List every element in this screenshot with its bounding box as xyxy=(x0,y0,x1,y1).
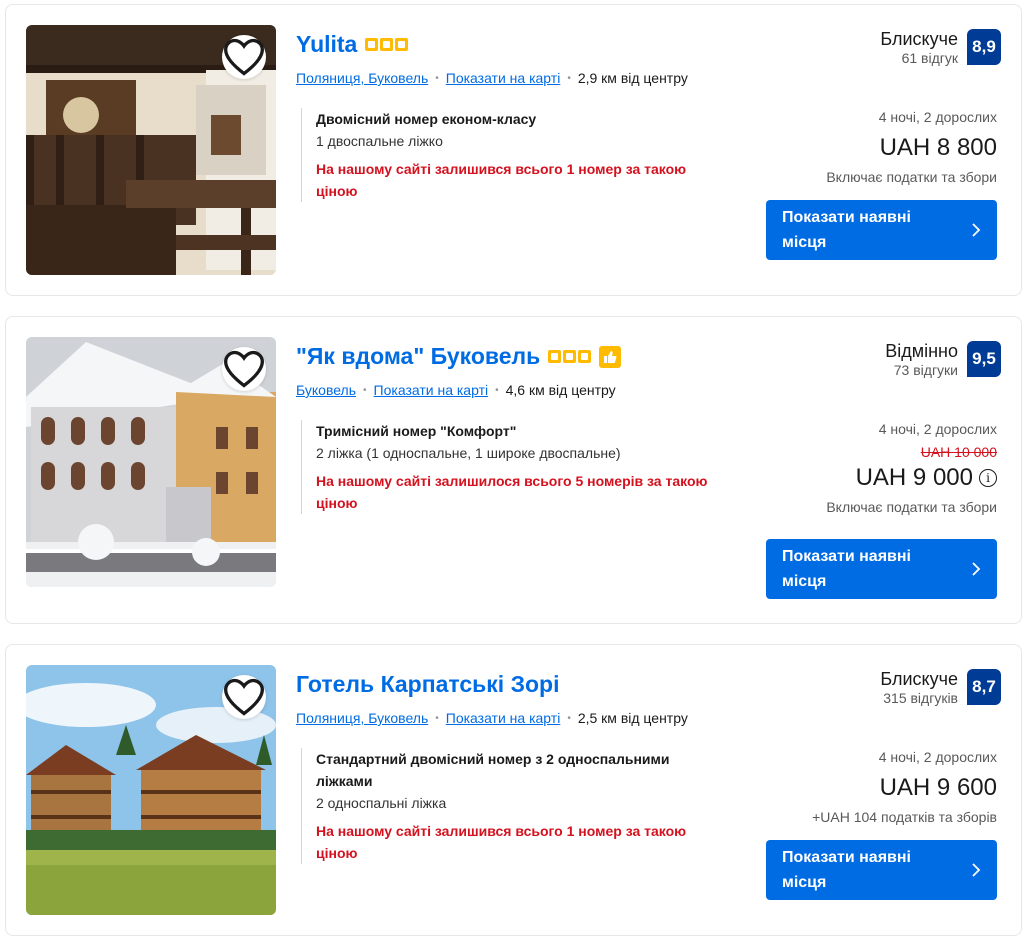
review-score-badge: 8,7 xyxy=(967,669,1001,705)
availability-warning: На нашому сайті залишилося всього 5 номе… xyxy=(316,473,708,511)
show-on-map-link[interactable]: Показати на карті xyxy=(446,70,561,86)
stay-length: 4 ночі, 2 дорослих xyxy=(878,421,997,437)
review-block[interactable]: Блискуче 315 відгуків 8,7 xyxy=(880,669,1001,707)
room-name: Стандартний двомісний номер з 2 односпал… xyxy=(316,751,670,789)
price-value: UAH 9 600 xyxy=(879,774,997,801)
separator-dot: • xyxy=(567,72,571,84)
price-block: 4 ночі, 2 дорослих UAH 9 600 +UAH 104 по… xyxy=(812,747,997,827)
show-availability-button[interactable]: Показати наявні місця xyxy=(766,840,997,900)
button-label: Показати наявні місця xyxy=(782,209,911,251)
separator-dot: • xyxy=(363,384,367,396)
property-card: Готель Карпатські Зорі Поляниця, Буковел… xyxy=(5,644,1022,936)
distance-text: 2,5 км від центру xyxy=(577,710,688,726)
location-row: Буковель • Показати на карті • 4,6 км ві… xyxy=(296,382,616,398)
price-block: 4 ночі, 2 дорослих UAH 8 800 Включає под… xyxy=(826,107,997,187)
stay-length: 4 ночі, 2 дорослих xyxy=(878,749,997,765)
price-value: UAH 8 800 xyxy=(879,134,997,161)
distance-text: 2,9 км від центру xyxy=(577,70,688,86)
review-word: Відмінно xyxy=(885,341,958,361)
show-on-map-link[interactable]: Показати на карті xyxy=(446,710,561,726)
location-link[interactable]: Буковель xyxy=(296,382,356,398)
property-photo[interactable] xyxy=(26,25,276,275)
review-word: Блискуче xyxy=(880,29,958,49)
distance-text: 4,6 км від центру xyxy=(505,382,616,398)
price: UAH 9 600 xyxy=(812,771,997,805)
chevron-right-icon xyxy=(972,562,981,576)
property-photo[interactable] xyxy=(26,337,276,587)
heart-icon xyxy=(224,350,264,388)
star-icon xyxy=(395,38,409,51)
button-label: Показати наявні місця xyxy=(782,548,911,590)
review-word: Блискуче xyxy=(880,669,958,689)
location-link[interactable]: Поляниця, Буковель xyxy=(296,70,428,86)
room-name: Тримісний номер "Комфорт" xyxy=(316,423,517,439)
separator-dot: • xyxy=(567,712,571,724)
review-block[interactable]: Відмінно 73 відгуки 9,5 xyxy=(885,341,1001,379)
show-availability-button[interactable]: Показати наявні місця xyxy=(766,539,997,599)
review-count: 73 відгуки xyxy=(893,362,958,378)
location-row: Поляниця, Буковель • Показати на карті •… xyxy=(296,70,688,86)
room-info: Двомісний номер економ-класу 1 двоспальн… xyxy=(301,108,746,202)
favorite-heart-button[interactable] xyxy=(222,347,266,391)
button-label: Показати наявні місця xyxy=(782,849,911,891)
taxes-text: +UAH 104 податків та зборів xyxy=(812,809,997,825)
heart-icon xyxy=(224,38,264,76)
favorite-heart-button[interactable] xyxy=(222,675,266,719)
favorite-heart-button[interactable] xyxy=(222,35,266,79)
location-row: Поляниця, Буковель • Показати на карті •… xyxy=(296,710,688,726)
property-title[interactable]: Yulita xyxy=(296,31,357,58)
review-block[interactable]: Блискуче 61 відгук 8,9 xyxy=(880,29,1001,67)
location-link[interactable]: Поляниця, Буковель xyxy=(296,710,428,726)
star-icon xyxy=(548,350,562,363)
star-icon xyxy=(380,38,394,51)
stay-length: 4 ночі, 2 дорослих xyxy=(878,109,997,125)
star-icon xyxy=(578,350,592,363)
property-card: "Як вдома" Буковель Буковель • Показати … xyxy=(5,316,1022,624)
star-rating xyxy=(548,350,592,363)
availability-warning: На нашому сайті залишився всього 1 номер… xyxy=(316,161,687,199)
separator-dot: • xyxy=(435,72,439,84)
room-beds: 1 двоспальне ліжко xyxy=(316,133,443,149)
property-card: Yulita Поляниця, Буковель • Показати на … xyxy=(5,4,1022,296)
star-icon xyxy=(365,38,379,51)
review-score-badge: 9,5 xyxy=(967,341,1001,377)
room-info: Тримісний номер "Комфорт" 2 ліжка (1 одн… xyxy=(301,420,746,514)
taxes-text: Включає податки та збори xyxy=(826,499,997,515)
price-block: 4 ночі, 2 дорослих UAH 10 000 UAH 9 000 … xyxy=(826,419,997,517)
show-availability-button[interactable]: Показати наявні місця xyxy=(766,200,997,260)
room-name: Двомісний номер економ-класу xyxy=(316,111,537,127)
availability-warning: На нашому сайті залишився всього 1 номер… xyxy=(316,823,687,861)
review-count: 61 відгук xyxy=(901,50,958,66)
property-title[interactable]: "Як вдома" Буковель xyxy=(296,343,540,370)
star-icon xyxy=(563,350,577,363)
price: UAH 8 800 xyxy=(826,131,997,165)
property-title[interactable]: Готель Карпатські Зорі xyxy=(296,671,560,698)
thumbs-up-icon xyxy=(599,345,622,368)
original-price: UAH 10 000 xyxy=(920,444,997,460)
review-count: 315 відгуків xyxy=(883,690,958,706)
chevron-right-icon xyxy=(972,223,981,237)
review-score-badge: 8,9 xyxy=(967,29,1001,65)
room-info: Стандартний двомісний номер з 2 односпал… xyxy=(301,748,746,864)
room-beds: 2 односпальні ліжка xyxy=(316,795,447,811)
price: UAH 9 000 i xyxy=(826,461,997,495)
chevron-right-icon xyxy=(972,863,981,877)
property-photo[interactable] xyxy=(26,665,276,915)
separator-dot: • xyxy=(495,384,499,396)
taxes-text: Включає податки та збори xyxy=(826,169,997,185)
info-icon[interactable]: i xyxy=(979,469,997,487)
show-on-map-link[interactable]: Показати на карті xyxy=(374,382,489,398)
star-rating xyxy=(365,38,409,51)
heart-icon xyxy=(224,678,264,716)
separator-dot: • xyxy=(435,712,439,724)
room-beds: 2 ліжка (1 односпальне, 1 широке двоспал… xyxy=(316,445,621,461)
price-value: UAH 9 000 xyxy=(855,464,973,491)
